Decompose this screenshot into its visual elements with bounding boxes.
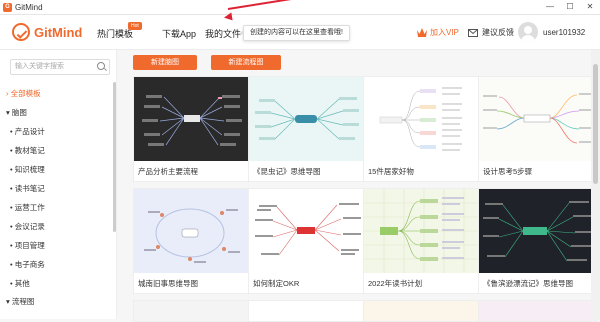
nav-download-app[interactable]: 下载App (162, 27, 196, 40)
avatar[interactable] (518, 22, 538, 42)
close-button[interactable]: ✕ (580, 0, 600, 14)
new-mindmap-button[interactable]: 新建脑图 (133, 55, 197, 70)
template-title: 如何制定OKR (253, 279, 300, 288)
sidebar: › 全部模板 ▾ 脑图 • 产品设计 • 教材笔记 • 知识梳理 • 读书笔记 … (0, 50, 117, 319)
sidebar-scrollbar[interactable] (113, 82, 116, 232)
template-thumbnail (479, 301, 597, 321)
template-card[interactable]: 2022年读书计划 (363, 188, 483, 294)
template-title: 《昆虫记》思维导图 (253, 167, 321, 176)
gitmind-logo-icon (12, 23, 30, 41)
hot-badge: Hot (128, 22, 142, 30)
template-card[interactable]: 如何制定OKR (248, 188, 368, 294)
feedback-button[interactable]: 建议反馈 (468, 27, 514, 38)
sidebar-item-flowchart[interactable]: ▾ 流程图 (6, 296, 34, 307)
window-title: GitMind (15, 2, 43, 12)
join-vip-label: 加入VIP (430, 28, 459, 37)
sidebar-item-meeting[interactable]: • 会议记录 (10, 221, 45, 232)
template-card[interactable]: 设计思考5步骤 (478, 76, 598, 182)
crown-icon (417, 28, 427, 37)
template-thumbnail (249, 189, 367, 273)
join-vip-button[interactable]: 加入VIP (417, 27, 459, 38)
sidebar-item-project[interactable]: • 项目管理 (10, 240, 45, 251)
template-card[interactable]: 城南旧事思维导图 (133, 188, 253, 294)
template-thumbnail (364, 301, 482, 321)
username: user101932 (543, 27, 586, 37)
scrollbar-thumb[interactable] (593, 64, 598, 184)
sidebar-item-ecommerce[interactable]: • 电子商务 (10, 259, 45, 270)
template-title: 设计思考5步骤 (483, 167, 533, 176)
sidebar-item-all[interactable]: › 全部模板 (6, 88, 41, 99)
annotation-arrowhead (223, 12, 233, 22)
maximize-button[interactable]: ☐ (560, 0, 580, 14)
template-title: 15件居家好物 (368, 167, 414, 176)
template-thumbnail (479, 189, 597, 273)
template-thumbnail (134, 77, 252, 161)
title-bar: G GitMind — ☐ ✕ (0, 0, 600, 15)
top-header: GitMind 热门模板 Hot 下载App 我的文件 创建的内容可以在这里查看… (0, 15, 600, 50)
template-thumbnail (134, 189, 252, 273)
template-card[interactable]: 15件居家好物 (363, 76, 483, 182)
template-title: 城南旧事思维导图 (138, 279, 198, 288)
search-input[interactable] (15, 60, 95, 72)
template-thumbnail (249, 77, 367, 161)
main-scrollbar[interactable] (591, 50, 600, 319)
window-controls: — ☐ ✕ (540, 0, 600, 14)
template-thumbnail (364, 189, 482, 273)
sidebar-item-work[interactable]: • 运营工作 (10, 202, 45, 213)
template-card[interactable]: 产品分析主要流程 (133, 76, 253, 182)
template-thumbnail (249, 301, 367, 321)
sidebar-item-mindmap[interactable]: ▾ 脑图 (6, 107, 27, 118)
app-logo-icon: G (3, 2, 12, 12)
template-card[interactable]: 《鲁滨逊漂流记》思维导图 (478, 188, 598, 294)
sidebar-item-product[interactable]: • 产品设计 (10, 126, 45, 137)
my-files-tooltip: 创建的内容可以在这里查看哦! (240, 25, 350, 41)
template-title: 2022年读书计划 (368, 279, 423, 288)
sidebar-item-knowledge[interactable]: • 知识梳理 (10, 164, 45, 175)
sidebar-item-other[interactable]: • 其他 (10, 278, 30, 289)
template-card[interactable]: 《昆虫记》思维导图 (248, 76, 368, 182)
nav-my-files[interactable]: 我的文件 (205, 27, 241, 40)
brand-name: GitMind (34, 24, 83, 40)
feedback-label: 建议反馈 (482, 28, 514, 37)
template-thumbnail (479, 77, 597, 161)
brand-logo[interactable]: GitMind (12, 23, 82, 41)
mail-icon (468, 28, 478, 37)
sidebar-item-reading[interactable]: • 读书笔记 (10, 183, 45, 194)
search-icon[interactable] (97, 62, 105, 70)
template-thumbnail (364, 77, 482, 161)
new-flowchart-button[interactable]: 新建流程图 (211, 55, 281, 70)
minimize-button[interactable]: — (540, 0, 560, 14)
sidebar-item-notes[interactable]: • 教材笔记 (10, 145, 45, 156)
search-box[interactable] (10, 59, 110, 75)
template-title: 《鲁滨逊漂流记》思维导图 (483, 279, 573, 288)
user-menu[interactable]: user101932 (518, 22, 585, 42)
template-title: 产品分析主要流程 (138, 167, 198, 176)
template-thumbnail (134, 301, 252, 321)
